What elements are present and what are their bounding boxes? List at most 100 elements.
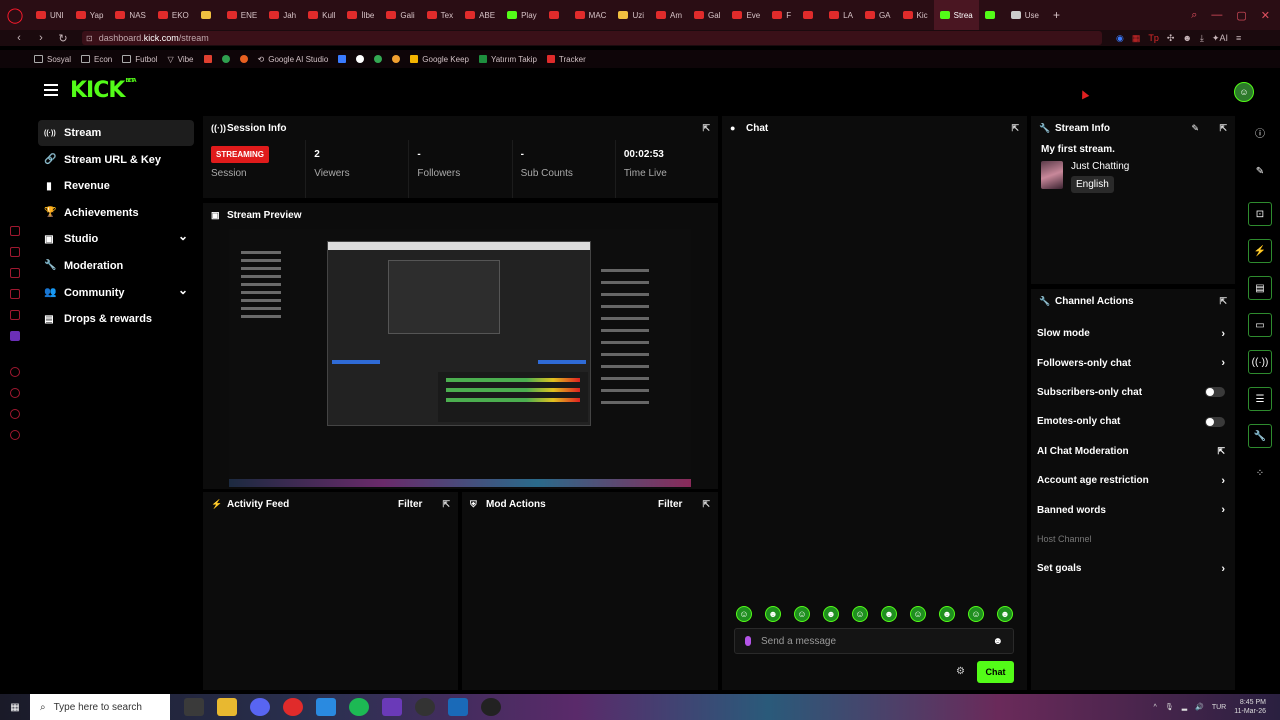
extension-icon[interactable]: ◉ xyxy=(1116,33,1124,44)
bookmark-folder[interactable]: Econ xyxy=(81,55,112,64)
channel-action-set-goals[interactable]: Set goals › xyxy=(1031,554,1235,583)
bookmark-tracker[interactable]: Tracker xyxy=(546,55,586,64)
sidebar-app-icon[interactable] xyxy=(10,367,20,377)
bookmark-vibe[interactable]: ▽ Vibe xyxy=(167,55,193,64)
extension-icon[interactable]: ▦ xyxy=(1132,33,1141,44)
sidebar-app-icon[interactable] xyxy=(10,409,20,419)
minimize-icon[interactable]: — xyxy=(1211,9,1222,22)
back-icon[interactable]: ‹ xyxy=(10,32,28,44)
channel-action-slow-mode[interactable]: Slow mode › xyxy=(1031,319,1235,348)
sidebar-item-drops-rewards[interactable]: ▤ Drops & rewards xyxy=(38,306,194,332)
twitch-icon[interactable] xyxy=(10,331,20,341)
app-icon[interactable] xyxy=(316,698,336,716)
bookmark-icon-link[interactable] xyxy=(239,55,248,63)
history-icon[interactable] xyxy=(10,388,20,398)
channel-action-subscribers-only-chat[interactable]: Subscribers-only chat xyxy=(1031,378,1235,407)
sidebar-item-stream[interactable]: ((·)) Stream xyxy=(38,120,194,146)
bookmark-gmail[interactable] xyxy=(203,55,212,63)
app-icon[interactable] xyxy=(382,698,402,716)
sidebar-item-community[interactable]: 👥 Community ⌄ xyxy=(38,280,194,306)
emoji-picker-icon[interactable]: ☻ xyxy=(992,636,1003,647)
chat-bubble-icon[interactable]: ▭ xyxy=(1248,313,1272,337)
chat-input[interactable] xyxy=(761,635,983,647)
emote-icon[interactable]: ☻ xyxy=(765,606,781,622)
sidebar-app-icon[interactable] xyxy=(10,310,20,320)
browser-tab[interactable] xyxy=(979,0,1005,30)
browser-tab[interactable]: Uzi xyxy=(612,0,650,30)
filter-button[interactable]: Filter xyxy=(398,499,422,510)
toggle-switch[interactable] xyxy=(1205,416,1225,427)
browser-tab[interactable]: EKO xyxy=(152,0,195,30)
volume-icon[interactable]: 🔊 xyxy=(1195,703,1204,711)
layout-icon[interactable]: ☰ xyxy=(1248,387,1272,411)
focus-icon[interactable]: ⊡ xyxy=(1248,202,1272,226)
external-link-icon[interactable]: ⇱ xyxy=(1217,446,1225,457)
url-field[interactable]: ⊡ dashboard.kick.com/stream xyxy=(82,31,1102,45)
bookmark-ai-studio[interactable]: ⟲ Google AI Studio xyxy=(258,55,329,64)
browser-tab[interactable]: LA xyxy=(823,0,859,30)
chevron-down-icon[interactable]: ⌄ xyxy=(178,229,188,243)
new-tab-icon[interactable]: + xyxy=(1045,8,1068,22)
chevron-right-icon[interactable]: › xyxy=(1221,328,1225,340)
emote-icon[interactable]: ☻ xyxy=(997,606,1013,622)
browser-tab[interactable]: F xyxy=(766,0,797,30)
menu-icon[interactable]: ≡ xyxy=(1236,33,1241,44)
sidebar-item-revenue[interactable]: ▮ Revenue xyxy=(38,173,194,199)
popout-icon[interactable]: ⇱ xyxy=(1219,123,1227,134)
emote-icon[interactable]: ☻ xyxy=(823,606,839,622)
start-icon[interactable]: ▦ xyxy=(0,702,30,713)
broadcast-icon[interactable]: ((·)) xyxy=(1248,350,1272,374)
info-icon[interactable]: ⓘ xyxy=(1248,120,1272,144)
bookmark-folder[interactable]: Sosyal xyxy=(34,55,71,64)
sidebar-item-moderation[interactable]: 🔧 Moderation xyxy=(38,253,194,279)
stream-preview-video[interactable] xyxy=(229,229,691,487)
popout-icon[interactable]: ⇱ xyxy=(1011,123,1019,134)
sidebar-app-icon[interactable] xyxy=(10,247,20,257)
network-icon[interactable]: ▂ xyxy=(1182,703,1187,711)
browser-tab[interactable]: Use xyxy=(1005,0,1045,30)
browser-tab[interactable]: Play xyxy=(501,0,543,30)
spotify-icon[interactable] xyxy=(349,698,369,716)
browser-tab[interactable]: NAS xyxy=(109,0,151,30)
edit-pencil-icon[interactable]: ✎ xyxy=(1248,159,1272,183)
bookmark-folder[interactable]: Futbol xyxy=(122,55,157,64)
tray-chevron-icon[interactable]: ^ xyxy=(1154,704,1157,711)
browser-tab[interactable]: UNI xyxy=(30,0,70,30)
popout-icon[interactable]: ⇱ xyxy=(702,123,710,134)
browser-tab[interactable]: Am xyxy=(650,0,688,30)
download-icon[interactable]: ⤓ xyxy=(1200,33,1204,44)
channel-action-account-age-restriction[interactable]: Account age restriction › xyxy=(1031,466,1235,495)
ai-icon[interactable]: ✦AI xyxy=(1212,33,1228,44)
app-icon[interactable] xyxy=(415,698,435,716)
browser-tab[interactable]: Gali xyxy=(380,0,420,30)
browser-tab[interactable]: Tex xyxy=(421,0,459,30)
opera-icon[interactable] xyxy=(283,698,303,716)
clapper-app-icon[interactable] xyxy=(184,698,204,716)
popout-icon[interactable]: ⇱ xyxy=(442,499,450,510)
settings-icon[interactable] xyxy=(10,430,20,440)
puzzle-icon[interactable]: ✣ xyxy=(1167,33,1175,44)
browser-tab[interactable]: Jah xyxy=(263,0,302,30)
file-explorer-icon[interactable] xyxy=(217,698,237,716)
popout-icon[interactable]: ⇱ xyxy=(702,499,710,510)
chevron-down-icon[interactable]: ⌄ xyxy=(178,283,188,297)
taskbar-clock[interactable]: 8:45 PM 11-Mar-26 xyxy=(1234,698,1266,716)
sidebar-app-icon[interactable] xyxy=(10,268,20,278)
browser-tab[interactable]: İlbe xyxy=(341,0,380,30)
popout-icon[interactable]: ⇱ xyxy=(1219,296,1227,307)
browser-tab[interactable]: Kic xyxy=(897,0,934,30)
emote-icon[interactable]: ☺ xyxy=(968,606,984,622)
profile-icon[interactable]: ☻ xyxy=(1182,33,1191,44)
user-avatar[interactable]: ☺ xyxy=(1234,82,1254,102)
chevron-right-icon[interactable]: › xyxy=(1221,504,1225,516)
bookmark-keep[interactable]: Google Keep xyxy=(410,55,469,64)
lightning-icon[interactable]: ⚡ xyxy=(1248,239,1272,263)
vscode-icon[interactable] xyxy=(448,698,468,716)
chevron-right-icon[interactable]: › xyxy=(1221,563,1225,575)
browser-tab[interactable] xyxy=(195,0,221,30)
emote-icon[interactable]: ☺ xyxy=(910,606,926,622)
sidebar-item-studio[interactable]: ▣ Studio ⌄ xyxy=(38,226,194,252)
document-icon[interactable]: ▤ xyxy=(1248,276,1272,300)
bookmark-icon-link[interactable] xyxy=(221,55,230,63)
sidebar-item-stream-url-key[interactable]: 🔗 Stream URL & Key xyxy=(38,147,194,173)
